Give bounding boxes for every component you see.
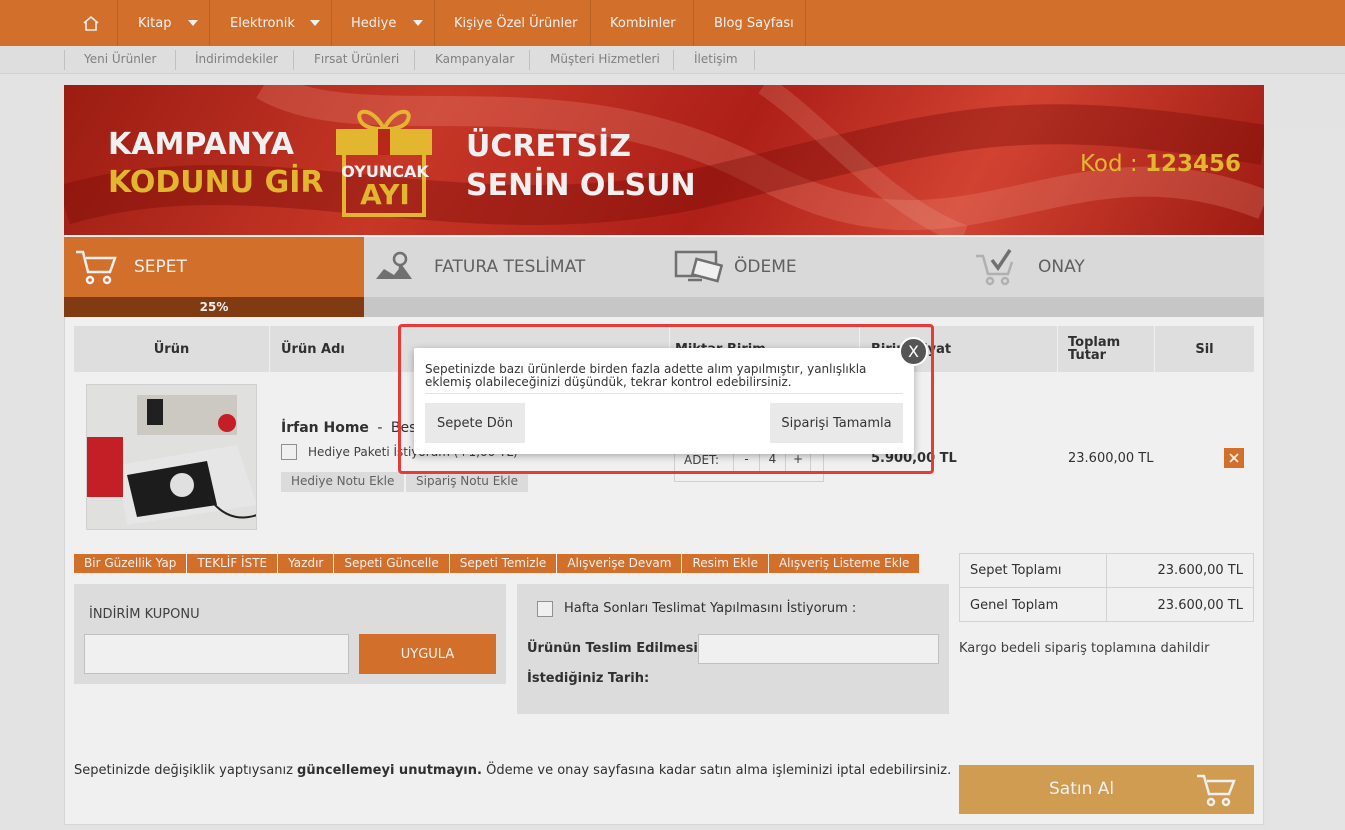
- complete-order-button[interactable]: Siparişi Tamamla: [770, 403, 903, 443]
- divider: [425, 393, 903, 394]
- close-icon: X: [908, 342, 919, 361]
- back-to-cart-button[interactable]: Sepete Dön: [425, 403, 525, 443]
- quantity-warning-dialog: Sepetinizde bazı ürünlerde birden fazla …: [414, 348, 914, 454]
- dialog-message: Sepetinizde bazı ürünlerde birden fazla …: [425, 362, 867, 389]
- dialog-close-button[interactable]: X: [899, 337, 928, 366]
